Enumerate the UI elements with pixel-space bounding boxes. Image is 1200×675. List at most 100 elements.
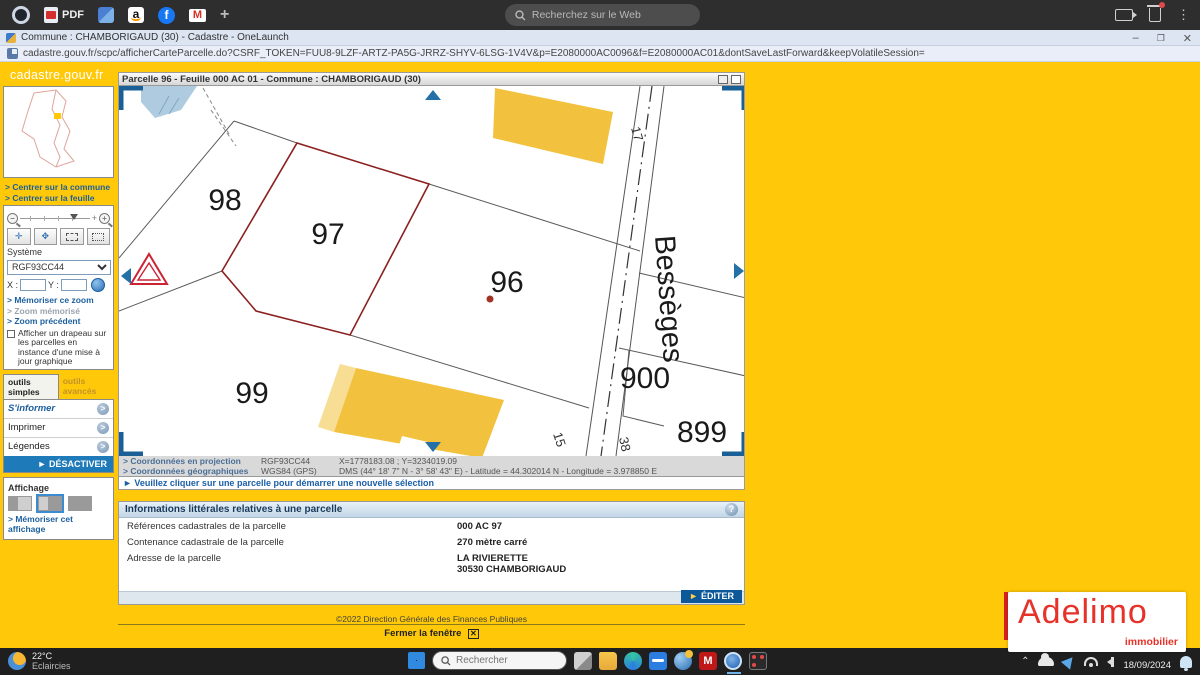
pan-left-arrow[interactable] bbox=[121, 268, 131, 284]
screen-capture-icon[interactable] bbox=[1115, 9, 1133, 21]
tab-outils-simples[interactable]: outils simples bbox=[3, 374, 59, 399]
close-button[interactable]: ✕ bbox=[1183, 32, 1192, 45]
sinformer-row[interactable]: S'informer > bbox=[4, 400, 113, 419]
parcel-label-98[interactable]: 98 bbox=[208, 184, 241, 217]
parcel-label-96[interactable]: 96 bbox=[490, 266, 523, 299]
close-window-link[interactable]: Fermer la fenêtre ✕ bbox=[118, 628, 745, 639]
map-window: Parcelle 96 - Feuille 000 AC 01 - Commun… bbox=[118, 72, 745, 490]
tray-overflow-chevron[interactable]: ⌃ bbox=[1021, 656, 1029, 667]
gmail-shortcut-icon[interactable]: M bbox=[189, 9, 206, 22]
wifi-icon[interactable] bbox=[1084, 657, 1098, 666]
apps-shortcut-icon[interactable] bbox=[98, 7, 114, 23]
notifications-bell-icon[interactable] bbox=[1180, 656, 1192, 668]
onedrive-icon[interactable] bbox=[1038, 657, 1054, 666]
y-input[interactable] bbox=[61, 279, 87, 291]
widgets-button[interactable] bbox=[649, 652, 667, 670]
legendes-expand-icon[interactable]: > bbox=[97, 441, 109, 453]
temperature: 22°C bbox=[32, 651, 71, 661]
pdf-shortcut-button[interactable]: PDF bbox=[44, 7, 84, 23]
cadastre-logo[interactable]: cadastre.gouv.fr bbox=[0, 62, 118, 86]
close-window-x-icon[interactable]: ✕ bbox=[468, 629, 479, 639]
adresse-line1: LA RIVIERETTE bbox=[457, 553, 566, 564]
amazon-shortcut-icon[interactable]: a bbox=[128, 7, 144, 23]
browser-menu-icon[interactable]: ⋮ bbox=[1177, 7, 1190, 23]
file-explorer-button[interactable] bbox=[599, 652, 617, 670]
zoom-slider[interactable] bbox=[20, 218, 90, 219]
tray-date[interactable]: 18/09/2024 bbox=[1123, 660, 1171, 671]
edge-browser-button[interactable] bbox=[624, 652, 642, 670]
help-icon[interactable]: ? bbox=[725, 503, 738, 516]
zoom-out-icon[interactable]: − bbox=[7, 213, 18, 224]
capture-app-button[interactable] bbox=[749, 652, 767, 670]
layout-option-3[interactable] bbox=[68, 496, 92, 511]
extent-tool-button[interactable] bbox=[87, 228, 111, 245]
taskbar-search[interactable] bbox=[432, 651, 567, 670]
weather-widget[interactable]: 22°C Eclaircies bbox=[8, 651, 71, 671]
selection-hint-message: ► Veuillez cliquer sur une parcelle pour… bbox=[118, 477, 745, 490]
zoom-rect-tool-button[interactable] bbox=[60, 228, 84, 245]
contenance-label: Contenance cadastrale de la parcelle bbox=[127, 537, 457, 548]
address-bar[interactable]: cadastre.gouv.fr/scpc/afficherCarteParce… bbox=[0, 46, 1200, 62]
web-search-bar[interactable] bbox=[505, 4, 700, 26]
pan-right-arrow[interactable] bbox=[734, 263, 744, 279]
web-search-input[interactable] bbox=[532, 9, 690, 21]
memoriser-zoom-link[interactable]: > Mémoriser ce zoom bbox=[7, 295, 110, 306]
facebook-shortcut-icon[interactable]: f bbox=[158, 7, 175, 24]
editer-button[interactable]: ►ÉDITER bbox=[681, 590, 742, 603]
restore-button[interactable]: ❐ bbox=[1157, 33, 1165, 44]
x-input[interactable] bbox=[20, 279, 46, 291]
parcel-label-900[interactable]: 900 bbox=[620, 362, 670, 395]
volume-icon[interactable] bbox=[1107, 657, 1114, 667]
sinformer-expand-icon[interactable]: > bbox=[97, 403, 109, 415]
parcel-label-97[interactable]: 97 bbox=[311, 218, 344, 251]
projection-select[interactable]: RGF93CC44 bbox=[7, 260, 111, 275]
parcel-label-899[interactable]: 899 bbox=[677, 416, 727, 449]
desactiver-button[interactable]: ► DÉSACTIVER bbox=[4, 456, 113, 472]
trash-icon[interactable] bbox=[1149, 8, 1161, 22]
center-commune-link[interactable]: > Centrer sur la commune bbox=[5, 182, 114, 193]
start-button[interactable] bbox=[408, 652, 425, 669]
zoom-precedent-link[interactable]: > Zoom précédent bbox=[7, 316, 110, 327]
onelaunch-logo-icon[interactable] bbox=[12, 6, 30, 24]
adresse-label: Adresse de la parcelle bbox=[127, 553, 457, 575]
overview-minimap[interactable] bbox=[3, 86, 114, 178]
zoom-in-icon[interactable]: + bbox=[99, 213, 110, 224]
url-text[interactable]: cadastre.gouv.fr/scpc/afficherCarteParce… bbox=[23, 48, 925, 59]
minimize-button[interactable]: – bbox=[1133, 32, 1139, 44]
road-number-15: 15 bbox=[550, 430, 569, 448]
tab-outils-avances[interactable]: outils avancés bbox=[59, 374, 114, 399]
pan-hand-tool-button[interactable]: ✛ bbox=[7, 228, 31, 245]
parcel-label-99[interactable]: 99 bbox=[235, 377, 268, 410]
legendes-row[interactable]: Légendes > bbox=[4, 438, 113, 456]
zoom-in-plus[interactable]: + bbox=[92, 213, 97, 223]
search-icon bbox=[441, 656, 451, 666]
move-tool-button[interactable]: ✥ bbox=[34, 228, 58, 245]
cadastre-map[interactable]: 98 97 96 99 900 899 Bessèges 17 15 38 bbox=[118, 86, 745, 456]
imprimer-expand-icon[interactable]: > bbox=[97, 422, 109, 434]
onelaunch-taskbar-button[interactable] bbox=[724, 652, 742, 670]
imprimer-row[interactable]: Imprimer > bbox=[4, 419, 113, 438]
add-shortcut-button[interactable]: + bbox=[220, 6, 229, 24]
task-view-button[interactable] bbox=[574, 652, 592, 670]
layout-option-2-selected[interactable] bbox=[38, 496, 62, 511]
fullscreen-map-icon[interactable] bbox=[731, 75, 741, 84]
pan-up-arrow[interactable] bbox=[425, 90, 441, 100]
geo-coords-label: > Coordonnées géographiques bbox=[123, 467, 261, 477]
drapeau-checkbox[interactable] bbox=[7, 330, 15, 338]
survey-triangle-symbol bbox=[131, 254, 167, 284]
taskbar-search-input[interactable] bbox=[456, 655, 551, 666]
zoom-slider-handle[interactable] bbox=[70, 214, 78, 220]
goto-coordinates-button[interactable] bbox=[91, 278, 105, 292]
help-app-button[interactable] bbox=[674, 652, 692, 670]
editer-arrow-icon: ► bbox=[689, 591, 698, 601]
tab-title[interactable]: Commune : CHAMBORIGAUD (30) - Cadastre -… bbox=[21, 32, 289, 43]
layout-option-1[interactable] bbox=[8, 496, 32, 511]
parcel-96-marker-dot bbox=[487, 296, 494, 303]
info-row-contenance: Contenance cadastrale de la parcelle 270… bbox=[119, 534, 744, 550]
mcafee-button[interactable]: M bbox=[699, 652, 717, 670]
location-icon[interactable] bbox=[1061, 653, 1077, 669]
center-feuille-link[interactable]: > Centrer sur la feuille bbox=[5, 193, 114, 204]
memoriser-affichage-link[interactable]: > Mémoriser cet affichage bbox=[8, 514, 109, 535]
detach-map-icon[interactable] bbox=[718, 75, 728, 84]
map-title-bar: Parcelle 96 - Feuille 000 AC 01 - Commun… bbox=[118, 72, 745, 86]
